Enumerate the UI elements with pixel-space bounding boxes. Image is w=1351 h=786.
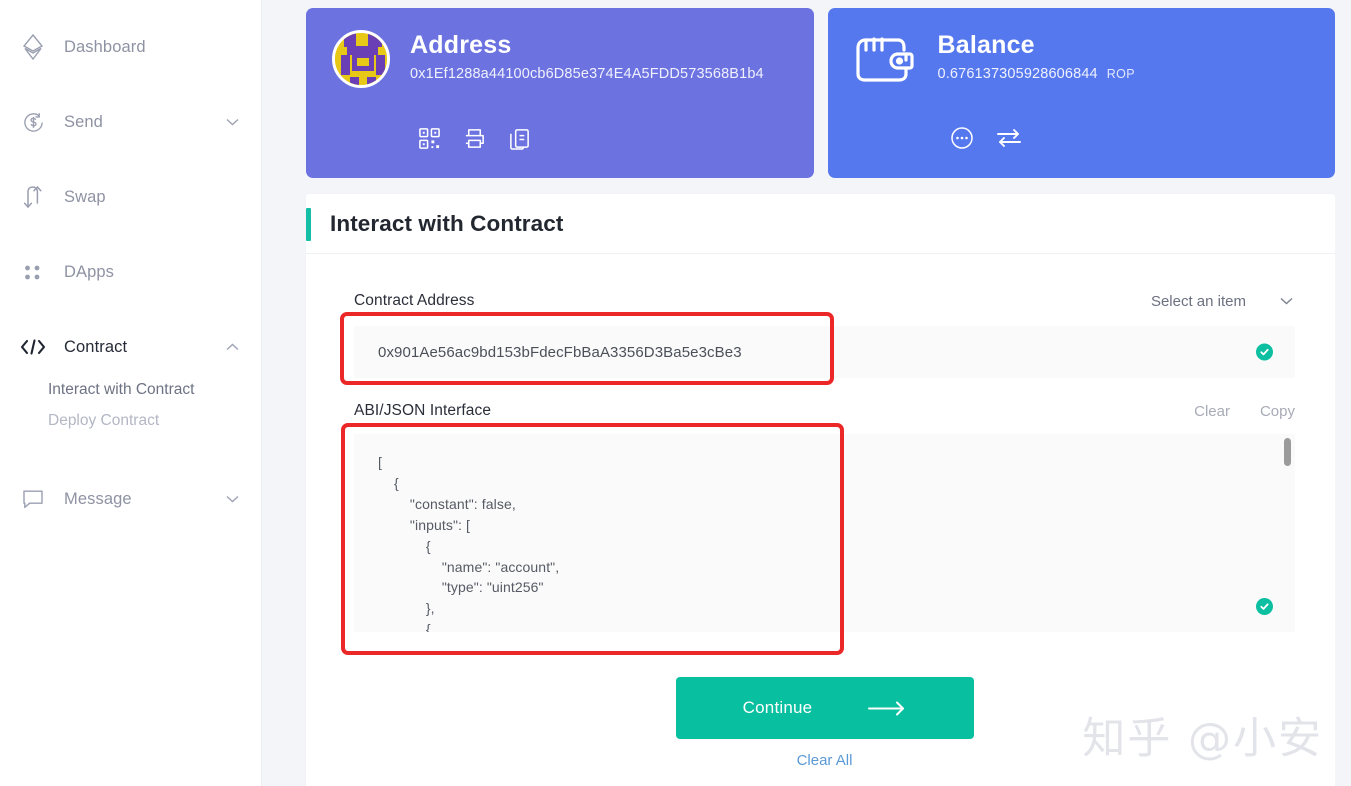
- sidebar-subitem-interact-with-contract[interactable]: Interact with Contract: [48, 374, 261, 405]
- sidebar: Dashboard Send Swap DApps Contract Inter…: [0, 0, 262, 786]
- balance-card-header: Balance 0.676137305928606844 ROP: [854, 30, 1336, 84]
- balance-card-title: Balance: [937, 31, 1035, 59]
- arrow-right-icon: [868, 701, 906, 716]
- abi-valid-check-icon: [1256, 598, 1273, 615]
- qr-code-icon[interactable]: [418, 127, 441, 150]
- code-brackets-icon: [18, 338, 48, 356]
- page-title: Interact with Contract: [330, 210, 564, 236]
- abi-input-wrap: [ { "constant": false, "inputs": [ { "na…: [354, 434, 1295, 637]
- continue-button[interactable]: Continue: [675, 677, 974, 739]
- address-card: Address 0x1Ef1288a44100cb6D85e374E4A5FDD…: [306, 8, 814, 178]
- watermark: 知乎 @小安: [1082, 714, 1323, 764]
- balance-card-actions: [950, 126, 1022, 150]
- sidebar-item-label: DApps: [64, 262, 115, 281]
- abi-scrollbar-thumb[interactable]: [1284, 438, 1291, 466]
- page-right-edge: [1335, 0, 1351, 786]
- address-card-actions: [418, 127, 531, 150]
- balance-value: 0.676137305928606844: [937, 65, 1098, 82]
- contract-address-input[interactable]: [354, 326, 1295, 378]
- continue-button-label: Continue: [742, 698, 813, 717]
- sidebar-item-dashboard[interactable]: Dashboard: [0, 22, 261, 72]
- copy-icon[interactable]: [508, 127, 531, 150]
- sidebar-item-send[interactable]: Send: [0, 97, 261, 147]
- panel-body: Contract Address Select an item 0x901Ae5…: [306, 254, 1335, 769]
- address-card-text: Address 0x1Ef1288a44100cb6D85e374E4A5FDD…: [410, 30, 764, 82]
- contract-address-label: Contract Address: [354, 292, 475, 309]
- contract-address-row-header: Contract Address Select an item: [354, 288, 1295, 314]
- clear-all-link[interactable]: Clear All: [797, 752, 853, 769]
- abi-row-header: ABI/JSON Interface Clear Copy: [354, 400, 1295, 422]
- exchange-arrows-icon[interactable]: [996, 126, 1022, 150]
- address-value: 0x1Ef1288a44100cb6D85e374E4A5FDD573568B1…: [410, 65, 764, 82]
- contract-address-input-wrap: [354, 326, 1295, 378]
- grid-dots-icon: [18, 262, 48, 282]
- swap-arrows-icon: [18, 185, 48, 209]
- item-select[interactable]: Select an item: [1151, 293, 1295, 310]
- sidebar-item-label: Swap: [64, 187, 106, 206]
- abi-actions: Clear Copy: [1194, 403, 1295, 420]
- app-root: Dashboard Send Swap DApps Contract Inter…: [0, 0, 1351, 786]
- ethereum-diamond-icon: [18, 34, 48, 60]
- more-dots-icon[interactable]: [950, 126, 974, 150]
- interact-panel: Interact with Contract Contract Address …: [306, 194, 1335, 786]
- balance-unit: ROP: [1106, 66, 1136, 81]
- printer-icon[interactable]: [463, 127, 486, 150]
- balance-card-text: Balance 0.676137305928606844 ROP: [938, 30, 1136, 82]
- sidebar-item-swap[interactable]: Swap: [0, 172, 261, 222]
- wallet-icon: [854, 30, 918, 84]
- address-card-header: Address 0x1Ef1288a44100cb6D85e374E4A5FDD…: [332, 30, 814, 88]
- clear-button[interactable]: Clear: [1194, 403, 1230, 420]
- sidebar-item-message[interactable]: Message: [0, 474, 261, 524]
- sidebar-item-label: Dashboard: [64, 37, 146, 56]
- sidebar-item-label: Send: [64, 112, 103, 131]
- valid-check-icon: [1256, 343, 1273, 361]
- copy-button[interactable]: Copy: [1260, 403, 1295, 420]
- message-bubble-icon: [18, 489, 48, 510]
- chevron-down-icon: [1280, 297, 1293, 305]
- send-circle-dollar-icon: [18, 111, 48, 134]
- main-content: Address 0x1Ef1288a44100cb6D85e374E4A5FDD…: [262, 0, 1351, 786]
- panel-header: Interact with Contract: [306, 194, 1335, 254]
- chevron-down-icon[interactable]: [226, 495, 239, 503]
- sidebar-subitem-deploy-contract[interactable]: Deploy Contract: [48, 405, 261, 436]
- sidebar-item-label: Message: [64, 489, 132, 508]
- sidebar-item-label: Contract: [64, 337, 128, 356]
- sidebar-item-dapps[interactable]: DApps: [0, 247, 261, 297]
- sidebar-subnav-contract: Interact with Contract Deploy Contract: [0, 374, 261, 436]
- address-card-title: Address: [410, 31, 512, 59]
- abi-label: ABI/JSON Interface: [354, 402, 492, 419]
- summary-cards: Address 0x1Ef1288a44100cb6D85e374E4A5FDD…: [306, 8, 1335, 178]
- sidebar-item-contract[interactable]: Contract: [0, 322, 261, 372]
- abi-scrollbar[interactable]: [1284, 438, 1291, 628]
- chevron-down-icon[interactable]: [226, 118, 239, 126]
- balance-card: Balance 0.676137305928606844 ROP: [827, 8, 1336, 178]
- item-select-value: Select an item: [1150, 292, 1246, 310]
- chevron-up-icon[interactable]: [226, 343, 239, 351]
- abi-json-textarea[interactable]: [ { "constant": false, "inputs": [ { "na…: [354, 434, 1295, 632]
- avatar: [332, 30, 390, 88]
